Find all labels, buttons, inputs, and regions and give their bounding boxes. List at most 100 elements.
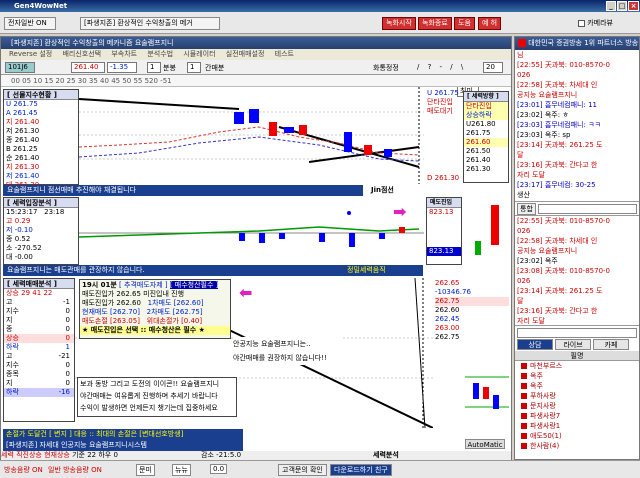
chat-message: 님 <box>517 51 524 59</box>
ok-button[interactable]: 예 허 <box>478 17 502 30</box>
force-chart[interactable] <box>79 197 424 265</box>
menu-item-4[interactable]: 시뮬레이터 <box>183 50 215 58</box>
entry-label: 단타진입 <box>464 102 508 111</box>
price-v2: 262.75 <box>435 297 509 306</box>
jin-dotted-label: Jin점선 <box>371 186 394 194</box>
trade-row: 지 0 <box>6 316 70 324</box>
user-list-item[interactable]: 애도50(1) <box>515 431 639 441</box>
chat-message: [22:58] 天과북: 차세대 인 <box>517 237 598 245</box>
chat-target-select[interactable]: 통합 <box>517 202 536 215</box>
field-0[interactable]: 문미 <box>136 464 155 476</box>
toolbar-button-0[interactable]: 전자일반 ON <box>4 17 56 30</box>
price-v6: 262.75 <box>435 333 460 341</box>
futures-row: 순 261.40 <box>6 154 40 162</box>
record-stop-button[interactable]: 녹화종료 <box>418 17 452 30</box>
direction-row: U261.80 <box>466 120 496 128</box>
force-chart-svg <box>79 211 424 247</box>
user-icon <box>521 393 527 399</box>
user-list-item[interactable]: 파생사랑1 <box>515 421 639 431</box>
chat-message-input[interactable] <box>517 327 637 338</box>
chat-input[interactable] <box>537 203 637 214</box>
users-header: 필명 <box>515 351 639 361</box>
help-button[interactable]: 도움 <box>454 17 475 30</box>
chat-log-2[interactable]: [22:55] 天과북: 010-8570-0 026 [22:58] 天과북: 차… <box>515 216 639 326</box>
chat-message: 026 <box>517 277 531 285</box>
user-list-item[interactable]: 푸하사랑 <box>515 391 639 401</box>
sell-entry-top: 823.13 <box>429 208 454 216</box>
ai-note-line: 안공지능 요술램프지니는.. <box>233 340 311 348</box>
user-list-item[interactable]: 파생사랑7 <box>515 411 639 421</box>
price-display: 261.40 <box>71 62 105 73</box>
menu-item-5[interactable]: 실전매매설정 <box>226 50 265 58</box>
chat-message: [23:16] 天과북: 간다고 한 <box>517 161 598 169</box>
force-row: 소 -270.52 <box>6 244 42 252</box>
field-2[interactable]: 0.0 <box>210 464 228 474</box>
bottom-right-values: 262.65 -10346.76 262.75 262.60 262.45 26… <box>435 279 509 342</box>
checkbox-icon <box>578 19 585 27</box>
count-input[interactable]: 1 <box>187 62 201 73</box>
trading-menu: Reverse 설정 배리신호선택 부속차트 분석수법 시뮬레이터 실전매매설정… <box>1 49 511 60</box>
chat-title: 대한민국 증권방송 1위 파트너스 방송 <box>515 37 639 50</box>
menu-item-1[interactable]: 배리신호선택 <box>62 50 101 58</box>
trade-analysis-title: [ 세력매매분석 ] <box>4 279 74 289</box>
menu-item-0[interactable]: Reverse 설정 <box>9 50 52 58</box>
tab-counsel[interactable]: 상담 <box>517 339 553 350</box>
user-icon <box>521 413 527 419</box>
close-button[interactable]: × <box>628 1 639 11</box>
chat-message: 자리 도달 <box>517 317 545 325</box>
price-v5: 263.00 <box>435 324 460 332</box>
menu-item-3[interactable]: 분석수법 <box>147 50 173 58</box>
user-list-item[interactable]: 옥주 <box>515 381 639 391</box>
signal-line: 매도손절 [263.05] 위대손절가 [0.40] <box>82 317 203 325</box>
tab-live[interactable]: 라이브 <box>555 339 591 350</box>
trade-row: 하락 -16 <box>4 388 74 397</box>
download-button[interactable]: 다운로드하기 친구 <box>330 464 392 476</box>
chat-message: [22:58] 天과북: 차세대 인 <box>517 81 598 89</box>
user-icon <box>521 383 527 389</box>
period-input[interactable]: 1 <box>147 62 161 73</box>
zoom-input[interactable]: 20 <box>483 62 503 73</box>
camera-view-checkbox[interactable]: 카메라뷰 <box>578 18 613 28</box>
message-line: 수익이 발생하면 언제든지 챙기는데 집중하세요 <box>80 404 218 412</box>
price-chart-top[interactable] <box>79 87 424 184</box>
maximize-button[interactable]: □ <box>617 1 627 11</box>
screen-adjust-label[interactable]: 화통정정 <box>373 63 399 73</box>
force-direction-title: [ 세력방향 ] <box>464 92 508 102</box>
general-volume[interactable]: 일반 방송음량 ON <box>48 465 102 475</box>
menu-item-2[interactable]: 부속차트 <box>111 50 137 58</box>
code-input[interactable]: 101J6 <box>5 62 35 73</box>
sell-entry-bottom: 823.13 <box>427 247 461 256</box>
user-list-item[interactable]: 한사람(4) <box>515 441 639 451</box>
automatic-button[interactable]: AutoMatic <box>465 439 505 449</box>
user-icon <box>521 403 527 409</box>
chat-message: [23:17] 흠무네컴: 30-25 <box>517 181 596 189</box>
signal-warning: ★ 매도진입은 선택 :: 매수청산은 필수 ★ <box>80 326 230 335</box>
chat-message: 공지능 요술램프지니 <box>517 247 578 255</box>
minimize-button[interactable]: _ <box>606 1 616 11</box>
toolbar-button-1[interactable]: [파생지존] 환상적인 수익창출의 메거 <box>80 17 220 30</box>
menu-item-6[interactable]: 테스트 <box>275 50 294 58</box>
chat-message: 달 <box>517 151 524 159</box>
field-1[interactable]: 뉴뉴 <box>172 464 191 476</box>
futures-row: 지 261.40 <box>6 118 40 126</box>
chat-input-row: 통합 <box>515 202 639 216</box>
user-list-item[interactable]: 마천부르스 <box>515 361 639 371</box>
chat-log[interactable]: 님 [22:55] 天과북: 010-8570-0 026 [22:58] 天과북: … <box>515 50 639 202</box>
broadcast-volume[interactable]: 방송음량 ON <box>4 465 43 475</box>
chat-message: [23:01] 흠무네컴패니: 11 <box>517 101 597 109</box>
tab-cafe[interactable]: 카페 <box>593 339 629 350</box>
magenta-arrow-icon: ➡ <box>393 202 407 221</box>
user-icon <box>521 443 527 449</box>
record-start-button[interactable]: 녹화시작 <box>382 17 416 30</box>
drawing-tools[interactable]: / ? - / \ <box>417 63 466 71</box>
direction-row: 261.50 <box>466 147 491 155</box>
value-neg: -10346.76 <box>435 288 471 296</box>
trade-row: 종 0 <box>6 325 70 333</box>
user-list-item[interactable]: 옥주 <box>515 371 639 381</box>
bottom-bar: 방송음량 ON 일반 방송음량 ON 문미 뉴뉴 0.0 고객문의 확인 다운로… <box>0 460 640 478</box>
direction-row: 261.60 <box>464 138 508 147</box>
chat-send-row <box>515 326 639 339</box>
customer-inquiry-button[interactable]: 고객문의 확인 <box>278 464 327 476</box>
trade-row: 지 0 <box>6 379 70 387</box>
user-list-item[interactable]: 문지사랑 <box>515 401 639 411</box>
